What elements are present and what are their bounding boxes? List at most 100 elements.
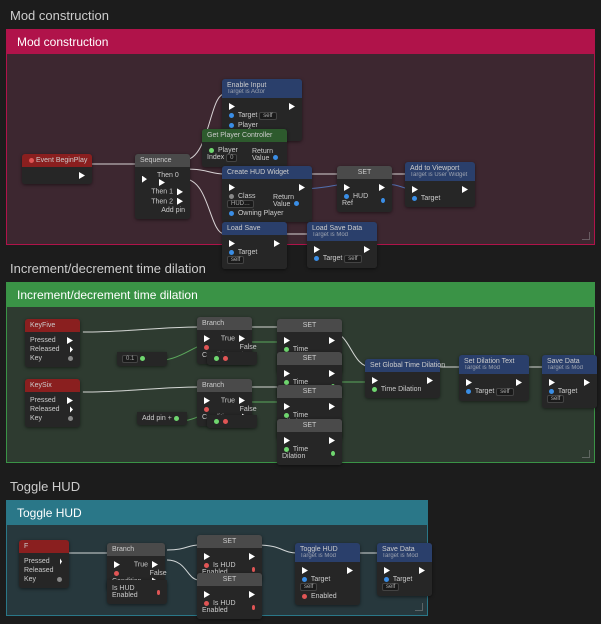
node-cmp-b[interactable] [207,415,257,428]
node-load-save-data[interactable]: Load Save DataTarget is Mod Target self [307,222,377,268]
node-key-f[interactable]: F Pressed Released Key [19,540,69,588]
graph-time-dilation[interactable]: Increment/decrement time dilation KeyFiv… [6,282,595,463]
graph-toggle-hud[interactable]: Toggle HUD F Pressed Released Key Branch… [6,500,428,616]
pin-return: Return Value [252,148,273,162]
resize-grip-2[interactable] [582,450,592,460]
node-set-dilation-text[interactable]: Set Dilation TextTarget is Mod Target se… [459,355,529,401]
node-title: Sequence [140,157,172,164]
node-title: Save Data [382,546,415,553]
self2: self [547,395,564,403]
node-subtitle2: Target is User Widget [410,172,470,178]
node-key-six[interactable]: KeySix Pressed Released Key [25,379,80,427]
node-load-save[interactable]: Load Save Target self [222,222,287,269]
var: Is HUD Enabled [112,585,147,599]
pin-tgt4: Target [323,255,342,262]
val-self2: self [227,256,244,264]
node-set-td-4[interactable]: SET Time Dilation [277,419,342,465]
node-save-data[interactable]: Save DataTarget is Mod Target self [542,355,597,408]
pin-target: Target [238,112,257,119]
node-title: Branch [112,546,134,553]
node-get-player-controller[interactable]: Get Player Controller Player Index 0Retu… [202,129,287,167]
pin-tgt3: Target [238,249,257,256]
node-title: Save Data [547,358,580,365]
pin-tgt2: Target [421,195,440,202]
resize-grip-3[interactable] [415,603,425,613]
pr: Pressed [24,558,50,565]
graph-mod-construction[interactable]: Mod construction Event BeginPlay Sequenc… [6,29,595,245]
rl: Released [24,567,54,574]
graph-header-3: Toggle HUD [7,501,427,525]
set-title1: SET [303,322,317,329]
val-self: self [259,112,276,120]
graph-header-1: Mod construction [7,30,594,54]
node-title: Set Global Time Dilation [370,362,445,369]
en: Enabled [311,593,337,600]
pin-then2: Then 2 [151,198,173,205]
section-title-3: Toggle HUD [0,471,601,500]
node-set-hudref[interactable]: SET HUD Ref [337,166,392,212]
pin-released: Released [30,346,60,353]
tg2: Target [393,576,412,583]
plus-icon: + [168,415,172,422]
node-toggle-hud[interactable]: Toggle HUDTarget is Mod Target self Enab… [295,543,360,605]
node-save-data-hud[interactable]: Save DataTarget is Mod Target self [377,543,432,596]
node-title: Set Dilation Text [464,358,514,365]
tr: True [134,561,148,568]
val-self3: self [344,255,361,263]
pin-false2: False [240,406,257,413]
set-title3: SET [303,388,317,395]
pin-class: Class [238,193,256,200]
add-pin[interactable]: Add pin [161,207,185,214]
node-set-global-td[interactable]: Set Global Time Dilation Time Dilation [365,359,440,398]
node-title: Branch [202,320,224,327]
pin-pressed: Pressed [30,337,56,344]
set-title4: SET [303,422,317,429]
node-set-hud-b[interactable]: SET Is HUD Enabled [197,573,262,619]
subtitle3: Target is Mod [312,232,372,238]
tgt2: Target [558,388,577,395]
section-title-1: Mod construction [0,0,601,29]
node-subtitle: Target is Actor [227,89,297,95]
node-title: F [24,543,28,550]
pin-true: True [221,335,235,342]
val-a: 0.1 [122,355,138,363]
node-title: KeySix [30,382,52,389]
val-class[interactable]: HUD… [227,200,254,208]
node-title: Get Player Controller [207,132,272,139]
kl: Key [24,576,36,583]
node-cmp-a[interactable] [207,352,257,365]
node-title: Create HUD Widget [227,169,289,176]
sub: Target is Mod [464,365,524,371]
pin-true2: True [221,397,235,404]
pin-then1: Then 1 [151,189,173,196]
addpin-b[interactable]: Add pin [142,415,166,422]
pin-false: False [240,344,257,351]
pin-key: Key [30,355,42,362]
node-title: KeyFive [30,322,55,329]
pin-td5: Time Dilation [381,386,422,393]
pin-released2: Released [30,406,60,413]
node-title2: Branch [202,382,224,389]
val-idx: 0 [226,154,237,162]
node-event-beginplay[interactable]: Event BeginPlay [22,154,92,184]
sf: self [300,583,317,591]
set-title2: SET [303,355,317,362]
node-var-hud-enabled[interactable]: Is HUD Enabled [107,580,167,604]
graph-header-2: Increment/decrement time dilation [7,283,594,307]
node-add-viewport[interactable]: Add to ViewportTarget is User Widget Tar… [405,162,475,207]
fl: False [150,570,167,577]
node-title: Load Save Data [312,225,362,232]
sub2: Target is Mod [547,365,592,371]
node-val-a[interactable]: 0.1 [117,352,167,366]
node-addpin-b[interactable]: Add pin + [137,412,187,425]
sf2: self [382,583,399,591]
pin-own: Owning Player [238,210,284,217]
node-key-five[interactable]: KeyFive Pressed Released Key [25,319,80,367]
st1: SET [223,538,237,545]
resize-grip[interactable] [582,232,592,242]
node-sequence[interactable]: Sequence Then 0 Then 1 Then 2 Add pin [135,154,190,219]
node-title: SET [358,169,372,176]
pin-return2: Return Value [273,194,294,208]
st2: SET [223,576,237,583]
node-create-widget[interactable]: Create HUD Widget Class HUD… Return Value… [222,166,312,222]
